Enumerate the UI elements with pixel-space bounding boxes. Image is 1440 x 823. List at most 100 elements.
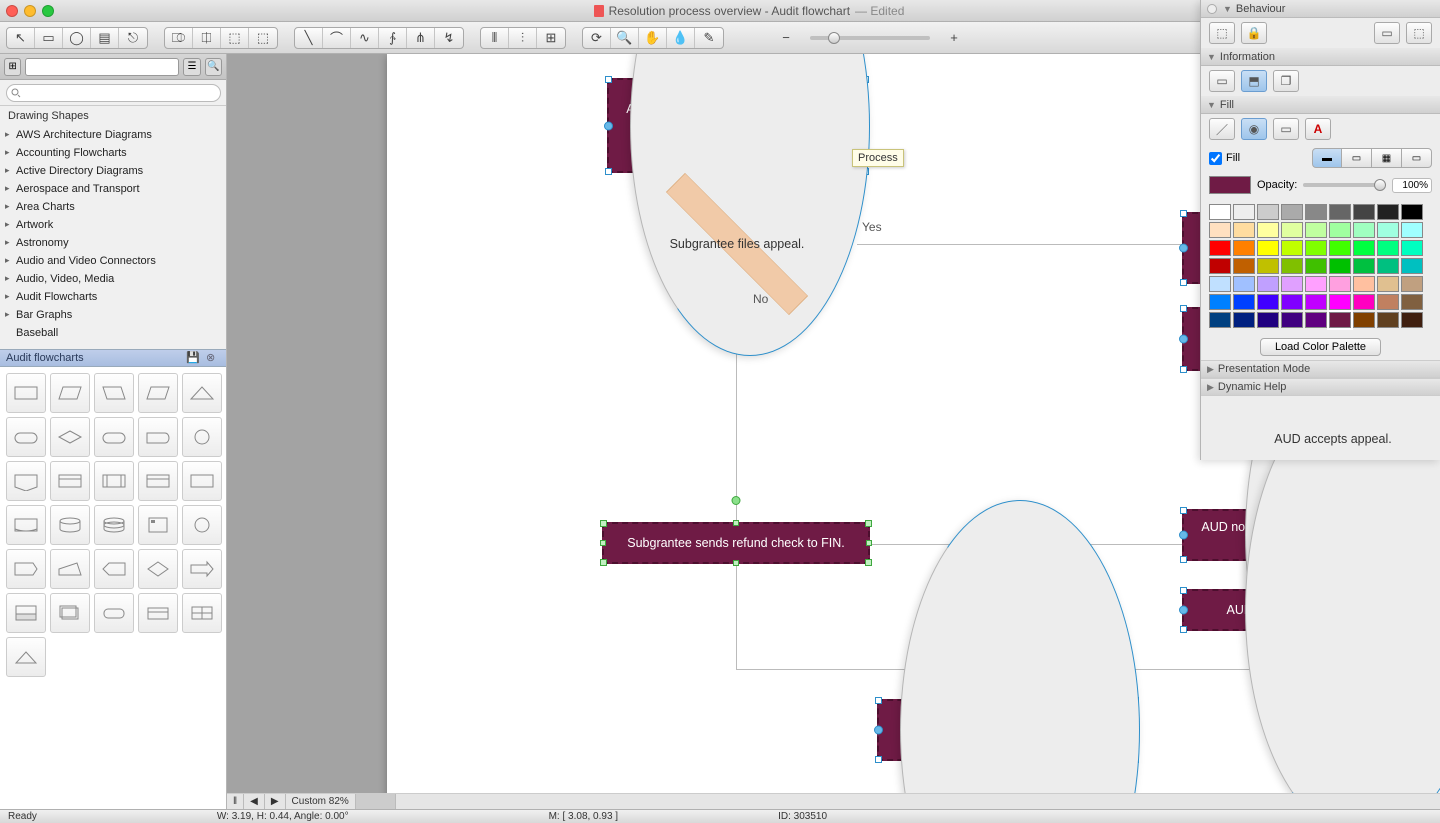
palette-color[interactable] xyxy=(1329,204,1351,220)
list-view-toggle[interactable]: ☰ xyxy=(183,58,200,76)
info-btn-1[interactable]: ▭ xyxy=(1209,70,1235,92)
opacity-input[interactable] xyxy=(1392,178,1432,193)
fill-solid-tab[interactable]: ▬ xyxy=(1312,148,1342,168)
stencil-shape[interactable] xyxy=(50,505,90,545)
palette-color[interactable] xyxy=(1401,204,1423,220)
dynamic-help-section[interactable]: Dynamic Help xyxy=(1218,381,1286,393)
palette-color[interactable] xyxy=(1401,240,1423,256)
stencil-shape[interactable] xyxy=(138,461,178,501)
stencil-shape[interactable] xyxy=(138,549,178,589)
close-stencil-icon[interactable]: ⊗ xyxy=(206,351,220,365)
palette-color[interactable] xyxy=(1209,204,1231,220)
fill-mode-fill[interactable]: ◉ xyxy=(1241,118,1267,140)
front-tool[interactable]: ⬚ xyxy=(221,28,249,48)
lib-item[interactable]: Artwork xyxy=(0,216,226,234)
palette-color[interactable] xyxy=(1257,258,1279,274)
palette-color[interactable] xyxy=(1233,258,1255,274)
minimize-icon[interactable] xyxy=(24,5,36,17)
zoom-tool[interactable]: 🔍 xyxy=(611,28,639,48)
stencil-shape[interactable] xyxy=(6,461,46,501)
opacity-slider[interactable] xyxy=(1303,183,1386,187)
palette-color[interactable] xyxy=(1377,258,1399,274)
fill-section[interactable]: Fill xyxy=(1220,99,1234,111)
palette-color[interactable] xyxy=(1209,312,1231,328)
fill-pattern-tab[interactable]: ▦ xyxy=(1372,148,1402,168)
ungroup-tool[interactable]: ⎅ xyxy=(193,28,221,48)
stencil-shape[interactable] xyxy=(182,461,222,501)
stencil-shape[interactable] xyxy=(50,549,90,589)
pointer-tool[interactable]: ↖ xyxy=(7,28,35,48)
pan-tool[interactable]: ✋ xyxy=(639,28,667,48)
fill-image-tab[interactable]: ▭ xyxy=(1402,148,1432,168)
stencil-shape[interactable] xyxy=(6,373,46,413)
line-tool[interactable]: ╲ xyxy=(295,28,323,48)
palette-color[interactable] xyxy=(1305,258,1327,274)
palette-color[interactable] xyxy=(1329,222,1351,238)
stencil-shape[interactable] xyxy=(50,461,90,501)
palette-color[interactable] xyxy=(1353,312,1375,328)
stencil-shape[interactable] xyxy=(94,505,134,545)
shape-search-input[interactable] xyxy=(6,84,221,102)
lib-item[interactable]: Astronomy xyxy=(0,234,226,252)
palette-color[interactable] xyxy=(1305,276,1327,292)
stencil-shape[interactable] xyxy=(182,549,222,589)
curve-tool[interactable]: ∿ xyxy=(351,28,379,48)
stencil-shape[interactable] xyxy=(182,373,222,413)
stencil-shape[interactable] xyxy=(94,417,134,457)
stencil-shape[interactable] xyxy=(50,417,90,457)
info-btn-3[interactable]: ❐ xyxy=(1273,70,1299,92)
palette-color[interactable] xyxy=(1209,276,1231,292)
palette-color[interactable] xyxy=(1329,294,1351,310)
stencil-shape[interactable] xyxy=(94,549,134,589)
palette-color[interactable] xyxy=(1233,294,1255,310)
library-toggle[interactable]: ⊞ xyxy=(4,58,21,76)
palette-color[interactable] xyxy=(1377,312,1399,328)
connector2-tool[interactable]: ↯ xyxy=(435,28,463,48)
palette-color[interactable] xyxy=(1281,276,1303,292)
palette-color[interactable] xyxy=(1233,240,1255,256)
tabs-area[interactable] xyxy=(356,794,396,809)
zoom-in-button[interactable]: + xyxy=(940,28,968,48)
stencil-shape[interactable] xyxy=(182,593,222,633)
arc-tool[interactable]: ⌒ xyxy=(323,28,351,48)
stencil-shape[interactable] xyxy=(138,417,178,457)
lib-item[interactable]: Audio and Video Connectors xyxy=(0,252,226,270)
edit-tool[interactable]: ✎ xyxy=(695,28,723,48)
palette-color[interactable] xyxy=(1353,276,1375,292)
stencil-shape[interactable] xyxy=(50,593,90,633)
polyline-tool[interactable]: ⋔ xyxy=(407,28,435,48)
palette-color[interactable] xyxy=(1257,276,1279,292)
stencil-shape[interactable] xyxy=(6,417,46,457)
connector-tool[interactable]: ⎋ xyxy=(119,28,147,48)
zoom-slider[interactable] xyxy=(810,36,930,40)
palette-color[interactable] xyxy=(1401,276,1423,292)
behaviour-btn-4[interactable]: ⬚ xyxy=(1406,22,1432,44)
stencil-shape[interactable] xyxy=(6,593,46,633)
distribute-tool[interactable]: ⫶ xyxy=(509,28,537,48)
stencil-shape[interactable] xyxy=(6,549,46,589)
process-shape[interactable]: TRF-TS closes file. (See "File of Record… xyxy=(877,699,1137,761)
process-shape[interactable]: AUD notifies subgrantee and TRF-TS of fi… xyxy=(607,78,867,173)
align-tool[interactable]: ⫴ xyxy=(481,28,509,48)
lib-item[interactable]: AWS Architecture Diagrams xyxy=(0,126,226,144)
palette-color[interactable] xyxy=(1377,240,1399,256)
palette-color[interactable] xyxy=(1329,240,1351,256)
fill-mode-line[interactable]: ／ xyxy=(1209,118,1235,140)
eyedrop-tool[interactable]: 💧 xyxy=(667,28,695,48)
information-section[interactable]: Information xyxy=(1220,51,1275,63)
palette-color[interactable] xyxy=(1233,276,1255,292)
lib-item[interactable]: Area Charts xyxy=(0,198,226,216)
lib-item[interactable]: Bar Graphs xyxy=(0,306,226,324)
zoom-icon[interactable] xyxy=(42,5,54,17)
back-tool[interactable]: ⬚ xyxy=(249,28,277,48)
process-shape[interactable]: AUD notifies subgrantee and TRF-TS. xyxy=(1182,589,1440,631)
palette-color[interactable] xyxy=(1305,312,1327,328)
palette-color[interactable] xyxy=(1281,258,1303,274)
palette-color[interactable] xyxy=(1209,240,1231,256)
palette-color[interactable] xyxy=(1209,222,1231,238)
palette-color[interactable] xyxy=(1401,312,1423,328)
palette-color[interactable] xyxy=(1353,294,1375,310)
stencil-shape[interactable] xyxy=(182,505,222,545)
save-stencil-icon[interactable]: 💾 xyxy=(186,351,200,365)
palette-color[interactable] xyxy=(1257,312,1279,328)
